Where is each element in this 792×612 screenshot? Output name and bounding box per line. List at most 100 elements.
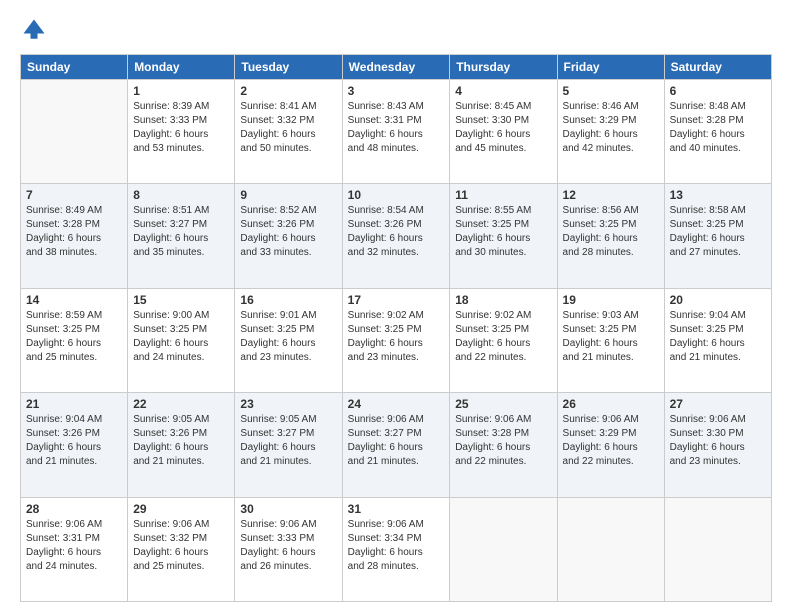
day-number: 10	[348, 188, 445, 202]
day-number: 20	[670, 293, 766, 307]
day-info: Sunrise: 9:06 AMSunset: 3:27 PMDaylight:…	[348, 413, 445, 469]
day-number: 15	[133, 293, 229, 307]
day-info: Sunrise: 9:04 AMSunset: 3:25 PMDaylight:…	[670, 309, 766, 365]
weekday-header-sunday: Sunday	[21, 55, 128, 80]
day-info: Sunrise: 8:58 AMSunset: 3:25 PMDaylight:…	[670, 204, 766, 260]
day-number: 14	[26, 293, 122, 307]
day-info: Sunrise: 9:06 AMSunset: 3:32 PMDaylight:…	[133, 518, 229, 574]
calendar-cell: 13 Sunrise: 8:58 AMSunset: 3:25 PMDayligh…	[664, 184, 771, 288]
weekday-header-row: SundayMondayTuesdayWednesdayThursdayFrid…	[21, 55, 772, 80]
calendar-cell: 17 Sunrise: 9:02 AMSunset: 3:25 PMDayligh…	[342, 288, 450, 392]
calendar-cell: 2Sunrise: 8:41 AMSunset: 3:32 PMDaylight…	[235, 80, 342, 184]
calendar-cell: 12Sunrise: 8:56 AMSunset: 3:25 PMDayligh…	[557, 184, 664, 288]
calendar-cell: 14 Sunrise: 8:59 AMSunset: 3:25 PMDayligh…	[21, 288, 128, 392]
calendar-cell: 20 Sunrise: 9:04 AMSunset: 3:25 PMDayligh…	[664, 288, 771, 392]
day-info: Sunrise: 9:05 AMSunset: 3:26 PMDaylight:…	[133, 413, 229, 469]
calendar-cell: 23 Sunrise: 9:05 AMSunset: 3:27 PMDayligh…	[235, 393, 342, 497]
calendar-cell: 27Sunrise: 9:06 AMSunset: 3:30 PMDayligh…	[664, 393, 771, 497]
calendar-cell: 9 Sunrise: 8:52 AMSunset: 3:26 PMDaylight…	[235, 184, 342, 288]
day-info: Sunrise: 8:46 AMSunset: 3:29 PMDaylight:…	[563, 100, 659, 156]
calendar-cell: 29 Sunrise: 9:06 AMSunset: 3:32 PMDayligh…	[128, 497, 235, 601]
calendar-cell: 18 Sunrise: 9:02 AMSunset: 3:25 PMDayligh…	[450, 288, 557, 392]
day-info: Sunrise: 8:49 AMSunset: 3:28 PMDaylight:…	[26, 204, 122, 260]
day-number: 18	[455, 293, 551, 307]
day-number: 13	[670, 188, 766, 202]
day-info: Sunrise: 8:59 AMSunset: 3:25 PMDaylight:…	[26, 309, 122, 365]
weekday-header-thursday: Thursday	[450, 55, 557, 80]
day-number: 7	[26, 188, 122, 202]
day-number: 29	[133, 502, 229, 516]
day-info: Sunrise: 9:02 AMSunset: 3:25 PMDaylight:…	[348, 309, 445, 365]
day-info: Sunrise: 8:45 AMSunset: 3:30 PMDaylight:…	[455, 100, 551, 156]
calendar-cell	[21, 80, 128, 184]
calendar-cell: 10 Sunrise: 8:54 AMSunset: 3:26 PMDayligh…	[342, 184, 450, 288]
calendar-cell: 21Sunrise: 9:04 AMSunset: 3:26 PMDayligh…	[21, 393, 128, 497]
weekday-header-friday: Friday	[557, 55, 664, 80]
day-info: Sunrise: 9:03 AMSunset: 3:25 PMDaylight:…	[563, 309, 659, 365]
day-number: 26	[563, 397, 659, 411]
calendar-cell: 6Sunrise: 8:48 AMSunset: 3:28 PMDaylight…	[664, 80, 771, 184]
day-info: Sunrise: 9:01 AMSunset: 3:25 PMDaylight:…	[240, 309, 336, 365]
day-number: 3	[348, 84, 445, 98]
day-number: 23	[240, 397, 336, 411]
day-number: 24	[348, 397, 445, 411]
calendar-cell: 11 Sunrise: 8:55 AMSunset: 3:25 PMDayligh…	[450, 184, 557, 288]
calendar-cell: 7 Sunrise: 8:49 AMSunset: 3:28 PMDaylight…	[21, 184, 128, 288]
calendar-cell: 31Sunrise: 9:06 AMSunset: 3:34 PMDayligh…	[342, 497, 450, 601]
day-number: 5	[563, 84, 659, 98]
day-info: Sunrise: 8:43 AMSunset: 3:31 PMDaylight:…	[348, 100, 445, 156]
calendar-cell: 5 Sunrise: 8:46 AMSunset: 3:29 PMDaylight…	[557, 80, 664, 184]
day-info: Sunrise: 9:06 AMSunset: 3:31 PMDaylight:…	[26, 518, 122, 574]
day-info: Sunrise: 9:05 AMSunset: 3:27 PMDaylight:…	[240, 413, 336, 469]
day-info: Sunrise: 8:52 AMSunset: 3:26 PMDaylight:…	[240, 204, 336, 260]
day-number: 12	[563, 188, 659, 202]
day-info: Sunrise: 9:06 AMSunset: 3:28 PMDaylight:…	[455, 413, 551, 469]
day-info: Sunrise: 8:41 AMSunset: 3:32 PMDaylight:…	[240, 100, 336, 156]
calendar-cell	[664, 497, 771, 601]
calendar-cell	[450, 497, 557, 601]
day-number: 8	[133, 188, 229, 202]
calendar-week-row: 7 Sunrise: 8:49 AMSunset: 3:28 PMDaylight…	[21, 184, 772, 288]
calendar-week-row: 1Sunrise: 8:39 AMSunset: 3:33 PMDaylight…	[21, 80, 772, 184]
weekday-header-monday: Monday	[128, 55, 235, 80]
day-info: Sunrise: 9:00 AMSunset: 3:25 PMDaylight:…	[133, 309, 229, 365]
day-info: Sunrise: 8:55 AMSunset: 3:25 PMDaylight:…	[455, 204, 551, 260]
day-number: 4	[455, 84, 551, 98]
day-number: 11	[455, 188, 551, 202]
calendar-cell: 16 Sunrise: 9:01 AMSunset: 3:25 PMDayligh…	[235, 288, 342, 392]
calendar-table: SundayMondayTuesdayWednesdayThursdayFrid…	[20, 54, 772, 602]
day-number: 16	[240, 293, 336, 307]
calendar-cell: 1Sunrise: 8:39 AMSunset: 3:33 PMDaylight…	[128, 80, 235, 184]
calendar-week-row: 21Sunrise: 9:04 AMSunset: 3:26 PMDayligh…	[21, 393, 772, 497]
page: SundayMondayTuesdayWednesdayThursdayFrid…	[0, 0, 792, 612]
calendar-cell: 22Sunrise: 9:05 AMSunset: 3:26 PMDayligh…	[128, 393, 235, 497]
calendar-cell: 3 Sunrise: 8:43 AMSunset: 3:31 PMDaylight…	[342, 80, 450, 184]
weekday-header-tuesday: Tuesday	[235, 55, 342, 80]
day-info: Sunrise: 9:02 AMSunset: 3:25 PMDaylight:…	[455, 309, 551, 365]
day-info: Sunrise: 9:06 AMSunset: 3:29 PMDaylight:…	[563, 413, 659, 469]
day-info: Sunrise: 8:39 AMSunset: 3:33 PMDaylight:…	[133, 100, 229, 156]
day-info: Sunrise: 9:04 AMSunset: 3:26 PMDaylight:…	[26, 413, 122, 469]
calendar-cell: 8 Sunrise: 8:51 AMSunset: 3:27 PMDaylight…	[128, 184, 235, 288]
calendar-cell	[557, 497, 664, 601]
day-info: Sunrise: 9:06 AMSunset: 3:33 PMDaylight:…	[240, 518, 336, 574]
calendar-cell: 15 Sunrise: 9:00 AMSunset: 3:25 PMDayligh…	[128, 288, 235, 392]
calendar-cell: 19Sunrise: 9:03 AMSunset: 3:25 PMDayligh…	[557, 288, 664, 392]
day-number: 17	[348, 293, 445, 307]
day-number: 9	[240, 188, 336, 202]
day-number: 28	[26, 502, 122, 516]
calendar-cell: 26 Sunrise: 9:06 AMSunset: 3:29 PMDayligh…	[557, 393, 664, 497]
calendar-cell: 28 Sunrise: 9:06 AMSunset: 3:31 PMDayligh…	[21, 497, 128, 601]
calendar-week-row: 28 Sunrise: 9:06 AMSunset: 3:31 PMDayligh…	[21, 497, 772, 601]
calendar-cell: 25 Sunrise: 9:06 AMSunset: 3:28 PMDayligh…	[450, 393, 557, 497]
day-info: Sunrise: 9:06 AMSunset: 3:34 PMDaylight:…	[348, 518, 445, 574]
day-number: 6	[670, 84, 766, 98]
day-info: Sunrise: 8:54 AMSunset: 3:26 PMDaylight:…	[348, 204, 445, 260]
logo-icon	[20, 16, 48, 44]
day-info: Sunrise: 8:51 AMSunset: 3:27 PMDaylight:…	[133, 204, 229, 260]
day-number: 25	[455, 397, 551, 411]
calendar-week-row: 14 Sunrise: 8:59 AMSunset: 3:25 PMDayligh…	[21, 288, 772, 392]
logo	[20, 16, 52, 44]
day-number: 30	[240, 502, 336, 516]
day-info: Sunrise: 9:06 AMSunset: 3:30 PMDaylight:…	[670, 413, 766, 469]
